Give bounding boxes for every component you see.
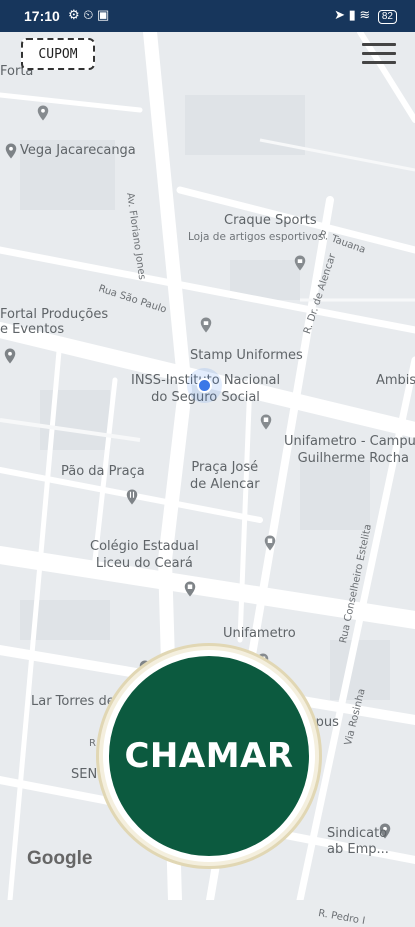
menu-line [362, 43, 396, 46]
map-label-stamp: Stamp Uniformes [190, 348, 303, 363]
status-right-icons: ➤ ▮ ≋ 82 [334, 7, 397, 24]
coupon-button[interactable]: CUPOM [21, 38, 95, 70]
map-label-unifametro: Unifametro [223, 626, 296, 641]
menu-line [362, 52, 396, 55]
hamburger-menu-icon[interactable] [362, 38, 396, 68]
map-label-vega: Vega Jacarecanga [20, 143, 136, 158]
call-button[interactable]: CHAMAR [103, 650, 315, 862]
map-label-loja: Loja de artigos esportivos [188, 231, 324, 243]
user-location-dot [197, 378, 212, 393]
school-pin-icon[interactable] [261, 534, 279, 552]
status-bar: 17:10 ⚙ ⏲ ▣ ➤ ▮ ≋ 82 [0, 0, 415, 32]
map-label-sindicato: Sindicato ab Emp... [327, 826, 389, 857]
map-label-pao: Pão da Praça [61, 464, 145, 479]
google-logo: Google [27, 848, 93, 869]
battery-icon: 82 [377, 10, 397, 24]
school-pin-icon[interactable] [181, 580, 199, 598]
map-label-unifametro-campus: Unifametro - Campus Guilherme Rocha [284, 434, 415, 466]
menu-line [362, 61, 396, 64]
shopping-pin-icon[interactable] [197, 316, 215, 334]
street-label-r-pedro: R. Pedro I [317, 907, 366, 927]
map-label-praca: Praça José de Alencar [190, 460, 260, 492]
map-label-craque-sports: Craque Sports [224, 213, 317, 228]
status-left-icons: ⚙ ⏲ ▣ [68, 7, 110, 22]
location-pin-icon[interactable] [2, 142, 20, 160]
map-label-ambis: Ambis [376, 373, 415, 388]
map-label-fortal: Fortal Produções e Eventos [0, 307, 109, 337]
location-pin-icon[interactable] [34, 104, 52, 122]
status-time: 17:10 [24, 8, 60, 24]
location-pin-icon[interactable] [1, 347, 19, 365]
status-icons-cluster: ➤ ▮ ≋ [334, 7, 371, 22]
school-pin-icon[interactable] [257, 413, 275, 431]
restaurant-pin-icon[interactable] [123, 488, 141, 506]
shopping-pin-icon[interactable] [291, 254, 309, 272]
map-label-sen: SEN [71, 767, 98, 782]
map-label-colegio: Colégio Estadual Liceu do Ceará [90, 539, 199, 571]
